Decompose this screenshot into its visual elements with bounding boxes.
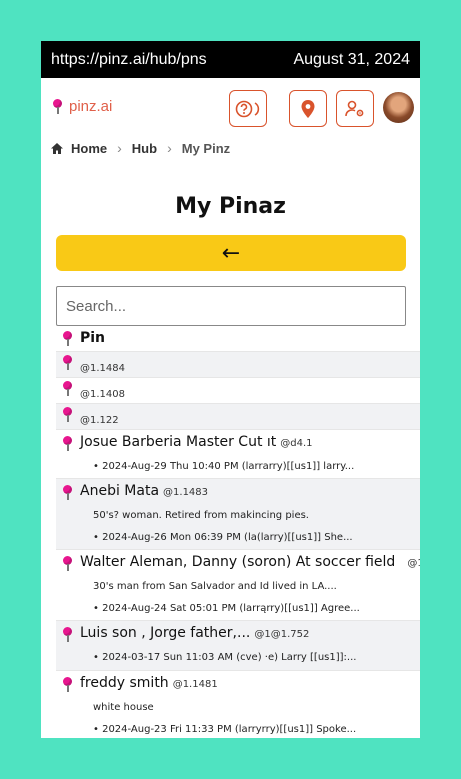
pin-id: @1.1482 [407,558,420,569]
browser-frame: https://pinz.ai/hub/pns August 31, 2024 … [41,41,420,738]
pin-icon [63,381,72,396]
user-settings-button[interactable] [336,90,374,127]
pin-id: @1.122 [80,415,119,426]
list-item[interactable]: freddy smith @1.1481 white house • 2024-A… [56,671,420,738]
date-text: August 31, 2024 [293,50,410,68]
list-header: Pin [56,328,420,352]
chevron-right-icon: › [167,140,172,156]
pin-description: 30's man from San Salvador and Id lived … [93,581,337,592]
pin-note: • 2024-Aug-24 Sat 05:01 PM (larrąrry)[[u… [93,603,360,614]
pin-icon [63,331,72,346]
url-bar: https://pinz.ai/hub/pns August 31, 2024 [41,41,420,78]
pin-name: freddy smith [80,675,169,691]
list-item[interactable]: @1.1484 [56,352,420,378]
home-icon [51,142,63,154]
pin-icon [63,485,72,500]
back-button[interactable]: ← [56,235,406,271]
brand-logo[interactable]: pinz.ai [53,98,112,115]
list-header-label: Pin [80,330,106,346]
chevron-right-icon: › [117,140,122,156]
list-item[interactable]: Walter Aleman, Danny (soron) At soccer f… [56,550,420,621]
pin-name: Walter Aleman, Danny (soron) At soccer f… [80,554,396,570]
pin-description: 50's? woman. Retired from makincing pies… [93,510,309,521]
list-item[interactable]: Josue Barberia Master Cut ıt @d4.1 • 2024… [56,430,420,479]
pin-id: @1.1481 [172,679,218,690]
pin-id: @1.1408 [80,389,125,400]
pin-description: white house [93,702,154,713]
breadcrumb-home[interactable]: Home [71,141,107,156]
pin-list: Pin @1.1484 @1.1408 @1.122 Josue Barberi… [56,328,420,738]
help-icon [235,100,260,117]
breadcrumb-current: My Pinz [181,140,231,156]
location-button[interactable] [289,90,327,127]
pin-icon [63,407,72,422]
list-item[interactable]: @1.1408 [56,378,420,404]
pin-note: • 2024-Aug-23 Fri 11:33 PM (larryrry)[[u… [93,724,357,735]
pin-name: Luis son , Jorge father,... [80,625,251,641]
pin-name: Anebi Mata [80,483,160,499]
help-button[interactable] [229,90,267,127]
pin-icon [63,355,72,370]
pin-id: @1@1.752 [254,629,310,640]
pin-note: • 2024-03-17 Sun 11:03 AM (cve) ·e) Larr… [93,652,357,663]
breadcrumb: Home › Hub › My Pinz [50,140,230,156]
pin-icon [63,677,72,692]
list-item[interactable]: Anebi Mata @1.1483 50's? woman. Retired f… [56,479,420,550]
pin-icon [63,556,72,571]
pin-name: Josue Barberia Master Cut ıt [80,434,277,450]
page-title: My Pinaz [175,194,286,219]
arrow-left-icon: ← [221,240,241,266]
url-text[interactable]: https://pinz.ai/hub/pns [51,51,207,69]
pin-note: • 2024-Aug-26 Mon 06:39 PM (la(larry)[[u… [93,532,353,543]
pin-id: @d4.1 [280,438,313,449]
user-gear-icon [345,100,364,116]
avatar[interactable] [383,92,414,123]
pin-icon [63,436,72,451]
search-input[interactable] [56,286,406,326]
pin-icon [63,627,72,642]
pin-id: @1.1483 [163,487,209,498]
list-item[interactable]: @1.122 [56,404,420,430]
brand-name: pinz.ai [69,98,113,115]
app-header: pinz.ai [41,78,420,138]
map-marker-icon [301,99,315,118]
breadcrumb-hub[interactable]: Hub [132,141,157,156]
list-item[interactable]: Luis son , Jorge father,... @1@1.752 • 20… [56,621,420,671]
pin-note: • 2024-Aug-29 Thu 10:40 PM (larrarry)[[u… [93,461,355,472]
pin-id: @1.1484 [80,363,125,374]
pin-icon [53,99,62,114]
